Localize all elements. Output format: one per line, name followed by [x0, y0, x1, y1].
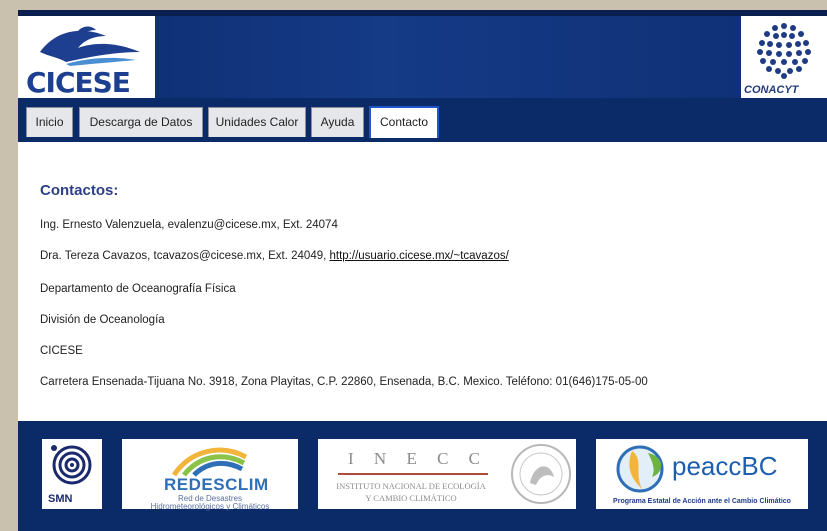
contact-line-2-text: Dra. Tereza Cavazos, tcavazos@cicese.mx,…: [40, 250, 330, 262]
peaccbc-subtitle: Programa Estatal de Acción ante el Cambi…: [613, 498, 791, 505]
contact-content: Contactos: Ing. Ernesto Valenzuela, eval…: [18, 142, 827, 421]
cicese-logo-text: CICESE: [26, 66, 131, 99]
contact-line-2: Dra. Tereza Cavazos, tcavazos@cicese.mx,…: [40, 250, 509, 262]
cicese-logo[interactable]: CICESE: [18, 16, 155, 99]
smn-logo[interactable]: SMN: [42, 439, 102, 509]
department-line: Departamento de Oceanografía Física: [40, 283, 236, 295]
partner-footer: SMN REDESCLIM Red de Desastres Hidromete…: [18, 421, 827, 531]
institution-line: CICESE: [40, 345, 83, 357]
mexican-seal-icon: [511, 444, 571, 504]
tab-descarga-de-datos[interactable]: Descarga de Datos: [79, 107, 203, 137]
bird-icon: [40, 26, 140, 66]
spiral-icon: [51, 445, 92, 485]
redesclim-logo[interactable]: REDESCLIM Red de Desastres Hidrometeorol…: [122, 439, 298, 511]
division-line: División de Oceanología: [40, 314, 165, 326]
contact-homepage-link[interactable]: http://usuario.cicese.mx/~tcavazos/: [330, 250, 509, 262]
peaccbc-logo[interactable]: peaccBC Programa Estatal de Acción ante …: [596, 439, 808, 509]
tab-ayuda[interactable]: Ayuda: [311, 107, 364, 137]
inecc-divider: [338, 473, 488, 475]
main-nav: Inicio Descarga de Datos Unidades Calor …: [18, 98, 827, 142]
inecc-letters: I N E C C: [348, 449, 488, 468]
tab-contacto[interactable]: Contacto: [369, 106, 439, 138]
conacyt-logo-text: CONACYT: [744, 84, 799, 96]
wave-arcs-icon: [171, 447, 248, 477]
tab-unidades-calor[interactable]: Unidades Calor: [208, 107, 306, 137]
address-line: Carretera Ensenada-Tijuana No. 3918, Zon…: [40, 376, 648, 388]
peaccbc-title: peaccBC: [672, 451, 778, 481]
page-frame: CICESE CONACYT Inicio Descarga de Datos …: [18, 10, 827, 531]
contact-line-1: Ing. Ernesto Valenzuela, evalenzu@cicese…: [40, 219, 338, 231]
inecc-line-2: Y CAMBIO CLIMÁTICO: [365, 493, 457, 503]
leaf-map-icon: [616, 445, 664, 493]
redesclim-title: REDESCLIM: [164, 475, 269, 494]
page-title: Contactos:: [40, 182, 119, 199]
redesclim-line-2: Hidrometeorológicos y Climáticos: [150, 502, 270, 511]
tab-inicio[interactable]: Inicio: [26, 107, 73, 137]
conacyt-logo[interactable]: CONACYT: [741, 16, 827, 98]
inecc-logo[interactable]: I N E C C INSTITUTO NACIONAL DE ECOLOGÍA…: [318, 439, 576, 509]
site-header: CICESE CONACYT: [18, 10, 827, 99]
conacyt-dots-icon: [757, 23, 811, 79]
inecc-line-1: INSTITUTO NACIONAL DE ECOLOGÍA: [336, 481, 486, 491]
smn-logo-text: SMN: [48, 493, 73, 505]
